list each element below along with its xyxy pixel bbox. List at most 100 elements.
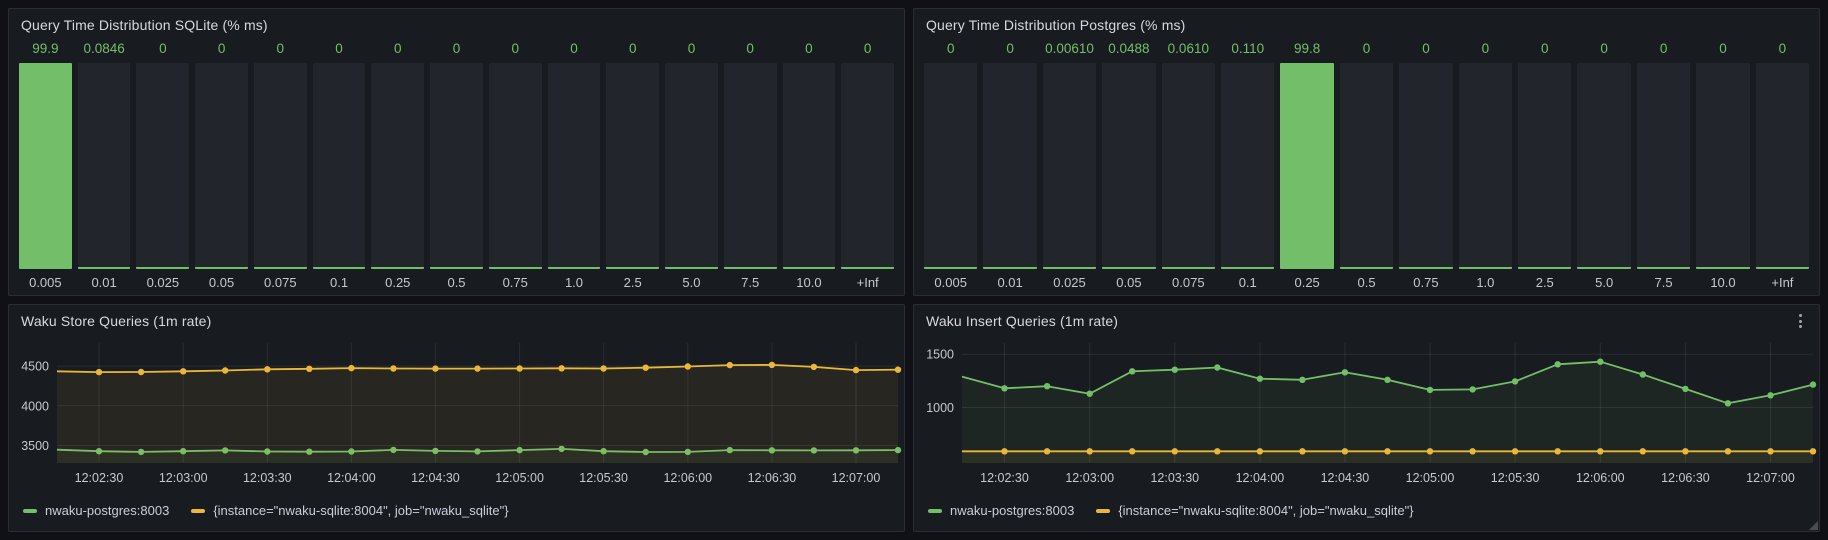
bucket-bar-fill xyxy=(783,267,836,269)
bucket-bar xyxy=(1518,63,1571,269)
bucket-bar xyxy=(606,63,659,269)
bucket-bar xyxy=(1459,63,1512,269)
bucket-value: 0.00610 xyxy=(1043,39,1096,63)
data-point xyxy=(1384,377,1390,383)
data-point xyxy=(1427,448,1433,454)
data-point xyxy=(1810,381,1816,387)
data-point xyxy=(769,362,775,368)
bucket-bar xyxy=(924,63,977,269)
data-point xyxy=(1725,448,1731,454)
legend-item-yellow[interactable]: {instance="nwaku-sqlite:8004", job="nwak… xyxy=(1096,503,1413,518)
bucket-value: 0 xyxy=(548,39,601,63)
histogram-bucket: 05.0 xyxy=(1577,39,1630,293)
data-point xyxy=(643,365,649,371)
bucket-bar xyxy=(783,63,836,269)
legend-label[interactable]: {instance="nwaku-sqlite:8004", job="nwak… xyxy=(1118,503,1413,518)
y-axis-tick-label: 4500 xyxy=(21,360,49,374)
legend-item-green[interactable]: nwaku-postgres:8003 xyxy=(928,503,1074,518)
y-axis-tick-label: 1500 xyxy=(926,348,954,362)
histogram-bucket: 00.75 xyxy=(489,39,542,293)
histogram-bucket: 00.25 xyxy=(371,39,424,293)
data-point xyxy=(1640,371,1646,377)
series-area-fill xyxy=(57,365,898,463)
bucket-value: 0 xyxy=(136,39,189,63)
bucket-value: 0 xyxy=(254,39,307,63)
x-axis-tick-label: 12:07:00 xyxy=(1746,471,1795,485)
data-point xyxy=(432,365,438,371)
y-axis-tick-label: 1000 xyxy=(926,401,954,415)
panel-title-waku-insert-queries[interactable]: Waku Insert Queries (1m rate) xyxy=(926,313,1118,329)
x-axis-tick-label: 12:05:00 xyxy=(495,471,544,485)
histogram-postgres: 00.00500.010.006100.0250.04880.050.06100… xyxy=(914,39,1819,295)
data-point xyxy=(1172,448,1178,454)
insert-queries-chart[interactable]: 1000150012:02:3012:03:0012:03:3012:04:00… xyxy=(914,335,1819,499)
bucket-value: 0 xyxy=(1756,39,1809,63)
bucket-bar xyxy=(489,63,542,269)
data-point xyxy=(1555,448,1561,454)
x-axis-tick-label: 12:03:00 xyxy=(159,471,208,485)
panel-resize-handle[interactable] xyxy=(1809,521,1818,530)
panel-title-query-time-postgres[interactable]: Query Time Distribution Postgres (% ms) xyxy=(926,17,1185,33)
data-point xyxy=(1725,400,1731,406)
data-point xyxy=(180,368,186,374)
data-point xyxy=(727,362,733,368)
histogram-bucket: 0+Inf xyxy=(1756,39,1809,293)
bucket-label: 0.01 xyxy=(983,269,1036,293)
bucket-value: 0 xyxy=(665,39,718,63)
bucket-value: 0 xyxy=(1399,39,1452,63)
data-point xyxy=(1342,369,1348,375)
histogram-bucket: 0.08460.01 xyxy=(78,39,131,293)
bucket-label: 0.05 xyxy=(1102,269,1155,293)
panel-title-query-time-sqlite[interactable]: Query Time Distribution SQLite (% ms) xyxy=(21,17,268,33)
bucket-bar-fill xyxy=(924,267,977,269)
data-point xyxy=(1001,448,1007,454)
data-point xyxy=(1640,448,1646,454)
histogram-bucket: 07.5 xyxy=(1637,39,1690,293)
histogram-bucket: 05.0 xyxy=(665,39,718,293)
bucket-value: 0.110 xyxy=(1221,39,1274,63)
bucket-label: 10.0 xyxy=(783,269,836,293)
data-point xyxy=(1087,448,1093,454)
bucket-bar xyxy=(1280,63,1333,269)
data-point xyxy=(1810,448,1816,454)
histogram-bucket: 00.075 xyxy=(254,39,307,293)
bucket-bar-fill xyxy=(195,267,248,269)
legend-item-green[interactable]: nwaku-postgres:8003 xyxy=(23,503,169,518)
bucket-value: 0 xyxy=(313,39,366,63)
legend-label[interactable]: nwaku-postgres:8003 xyxy=(950,503,1074,518)
histogram-bucket: 00.005 xyxy=(924,39,977,293)
bucket-bar xyxy=(1696,63,1749,269)
panel-header: Query Time Distribution Postgres (% ms) xyxy=(914,9,1819,39)
data-point xyxy=(1044,383,1050,389)
store-queries-chart[interactable]: 35004000450012:02:3012:03:0012:03:3012:0… xyxy=(9,335,904,499)
bucket-value: 0 xyxy=(924,39,977,63)
bucket-bar-fill xyxy=(1459,267,1512,269)
panel-menu-icon[interactable] xyxy=(1791,312,1809,330)
x-axis-tick-label: 12:06:00 xyxy=(1576,471,1625,485)
bucket-value: 0 xyxy=(1696,39,1749,63)
data-point xyxy=(685,363,691,369)
bucket-bar-fill xyxy=(78,267,131,269)
y-axis-tick-label: 3500 xyxy=(21,439,49,453)
bucket-bar xyxy=(1637,63,1690,269)
histogram-bucket: 01.0 xyxy=(1459,39,1512,293)
data-point xyxy=(1257,376,1263,382)
bucket-label: 10.0 xyxy=(1696,269,1749,293)
bucket-label: 0.1 xyxy=(1221,269,1274,293)
bucket-bar-fill xyxy=(724,267,777,269)
histogram-bucket: 00.1 xyxy=(313,39,366,293)
data-point xyxy=(222,367,228,373)
panel-title-waku-store-queries[interactable]: Waku Store Queries (1m rate) xyxy=(21,313,211,329)
bucket-bar xyxy=(1399,63,1452,269)
bucket-bar xyxy=(1221,63,1274,269)
bucket-value: 0 xyxy=(371,39,424,63)
x-axis-tick-label: 12:03:30 xyxy=(1150,471,1199,485)
data-point xyxy=(1299,377,1305,383)
bucket-value: 0 xyxy=(1459,39,1512,63)
legend-item-yellow[interactable]: {instance="nwaku-sqlite:8004", job="nwak… xyxy=(191,503,508,518)
legend-label[interactable]: nwaku-postgres:8003 xyxy=(45,503,169,518)
bucket-bar-fill xyxy=(19,63,72,269)
data-point xyxy=(1682,448,1688,454)
data-point xyxy=(1044,448,1050,454)
legend-label[interactable]: {instance="nwaku-sqlite:8004", job="nwak… xyxy=(213,503,508,518)
